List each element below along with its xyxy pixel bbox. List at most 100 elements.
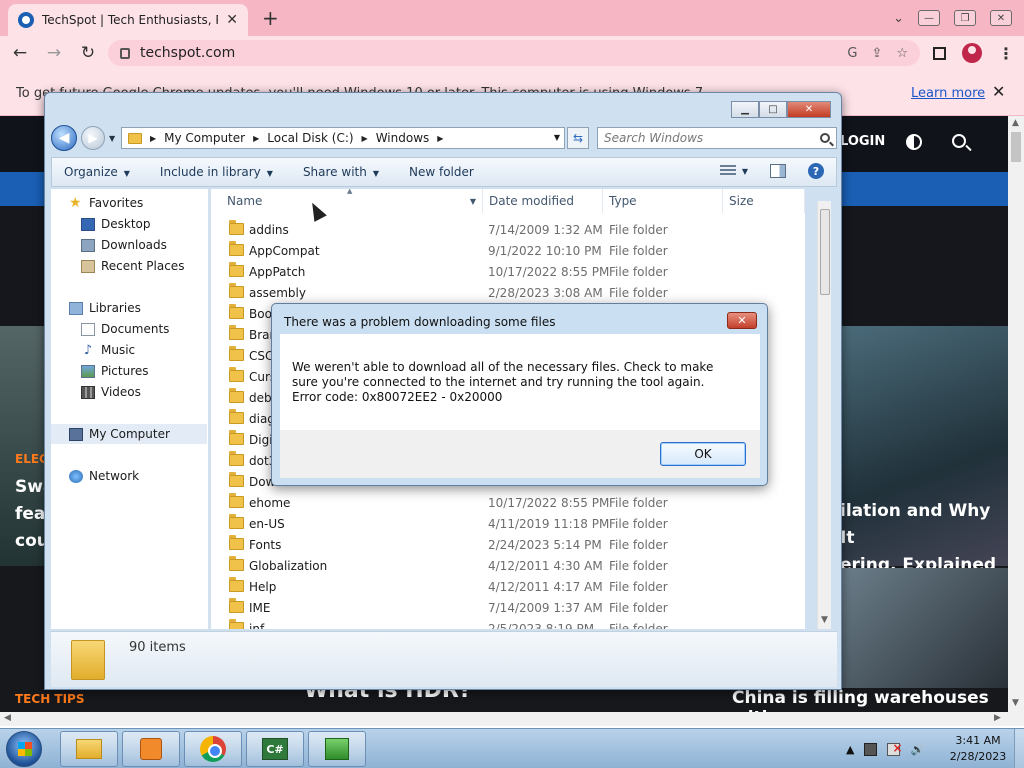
page-horizontal-scrollbar[interactable]: ◀ ▶ (0, 712, 1024, 726)
nav-pictures[interactable]: Pictures (81, 361, 149, 381)
google-lens-icon[interactable]: G (847, 46, 857, 61)
window-close-button[interactable]: ✕ (990, 10, 1012, 26)
ok-button[interactable]: OK (660, 442, 746, 466)
file-row[interactable]: AppCompat 9/1/2022 10:10 PM File folder (211, 240, 805, 261)
infobar-close-button[interactable]: ✕ (992, 82, 1005, 101)
file-row[interactable]: IME 7/14/2009 1:37 AM File folder (211, 597, 805, 618)
organize-menu[interactable]: Organize ▼ (64, 165, 130, 179)
tab-close-icon[interactable]: ✕ (226, 12, 238, 28)
breadcrumb-separator-icon[interactable]: ▶ (253, 134, 259, 143)
explorer-search-input[interactable]: Search Windows (597, 127, 837, 149)
file-row[interactable]: en-US 4/11/2019 11:18 PM File folder (211, 513, 805, 534)
nav-favorites[interactable]: ★ Favorites (69, 193, 143, 213)
share-with-menu[interactable]: Share with ▼ (303, 165, 379, 179)
column-filter-dropdown-icon[interactable]: ▼ (470, 197, 476, 206)
address-dropdown-icon[interactable]: ▼ (554, 133, 560, 142)
learn-more-link[interactable]: Learn more (911, 86, 985, 101)
login-link[interactable]: LOGIN (840, 134, 885, 149)
window-minimize-button[interactable]: — (918, 10, 940, 26)
preview-pane-icon[interactable] (770, 164, 786, 178)
file-list-scroll-down-icon[interactable]: ▼ (821, 615, 828, 625)
chrome-menu-button[interactable]: ⋮ (998, 44, 1014, 63)
column-header-date-modified[interactable]: Date modified (483, 189, 603, 213)
reload-button[interactable]: ↻ (76, 41, 100, 65)
file-row[interactable]: Fonts 2/24/2023 5:14 PM File folder (211, 534, 805, 555)
file-list-scrollbar[interactable]: ▼ (817, 201, 831, 629)
breadcrumb-windows[interactable]: Windows (376, 131, 430, 145)
explorer-back-button[interactable]: ◀ (51, 125, 77, 151)
show-hidden-icons-button[interactable]: ▲ (846, 743, 854, 756)
page-vertical-scrollbar[interactable]: ▲ ▼ (1008, 116, 1024, 712)
explorer-close-button[interactable]: ✕ (787, 101, 831, 118)
refresh-button[interactable]: ⇆ (567, 127, 589, 149)
column-header-size[interactable]: Size (723, 189, 805, 213)
window-restore-button[interactable]: ❐ (954, 10, 976, 26)
action-center-flag-icon[interactable] (864, 742, 878, 756)
breadcrumb-separator-icon[interactable]: ▶ (437, 134, 443, 143)
file-row[interactable]: ehome 10/17/2022 8:55 PM File folder (211, 492, 805, 513)
taskbar-clock[interactable]: 3:41 AM 2/28/2023 (948, 733, 1008, 765)
nav-downloads[interactable]: Downloads (81, 235, 167, 255)
explorer-maximize-button[interactable]: □ (759, 101, 787, 118)
file-row[interactable]: addins 7/14/2009 1:32 AM File folder (211, 219, 805, 240)
taskbar-setup-tool-button[interactable] (308, 731, 366, 767)
share-icon[interactable]: ⇪ (871, 46, 882, 61)
column-header-name[interactable]: Name ▲ ▼ (211, 189, 483, 213)
nav-documents[interactable]: Documents (81, 319, 169, 339)
network-disconnected-icon[interactable] (887, 741, 903, 756)
new-folder-button[interactable]: New folder (409, 165, 474, 179)
change-view-button[interactable]: ▼ (719, 165, 748, 177)
scroll-left-arrow-icon[interactable]: ◀ (4, 713, 11, 723)
include-in-library-menu[interactable]: Include in library ▼ (160, 165, 273, 179)
tab-list-chevron-icon[interactable]: ⌄ (893, 11, 904, 26)
column-header-type[interactable]: Type (603, 189, 723, 213)
nav-libraries[interactable]: Libraries (69, 298, 141, 318)
taskbar-media-player-button[interactable] (122, 731, 180, 767)
scroll-down-arrow-icon[interactable]: ▼ (1012, 698, 1019, 708)
url-text[interactable]: techspot.com (140, 45, 235, 61)
contrast-toggle-icon[interactable] (906, 134, 922, 150)
address-bar[interactable]: techspot.com G ⇪ ☆ (108, 40, 920, 66)
explorer-address-bar[interactable]: ▶ My Computer ▶ Local Disk (C:) ▶ Window… (121, 127, 565, 149)
taskbar-explorer-button[interactable] (60, 731, 118, 767)
dialog-close-button[interactable]: ✕ (727, 312, 757, 329)
search-icon[interactable] (820, 133, 830, 143)
breadcrumb-my-computer[interactable]: My Computer (164, 131, 245, 145)
forward-button[interactable]: → (42, 41, 66, 65)
browser-tab-techspot[interactable]: TechSpot | Tech Enthusiasts, Pow ✕ (8, 4, 248, 36)
nav-recent-places[interactable]: Recent Places (81, 256, 184, 276)
side-panel-icon[interactable] (933, 46, 946, 60)
nav-videos[interactable]: Videos (81, 382, 141, 402)
china-headline[interactable]: China is filling warehouses with (732, 688, 1008, 712)
scroll-right-arrow-icon[interactable]: ▶ (994, 713, 1001, 723)
show-desktop-button[interactable] (1014, 729, 1024, 768)
help-icon[interactable]: ? (808, 163, 824, 179)
site-search-icon[interactable] (952, 134, 966, 148)
profile-avatar[interactable] (962, 43, 982, 63)
lock-icon[interactable] (120, 47, 130, 59)
recent-pages-dropdown-icon[interactable]: ▼ (109, 134, 115, 143)
back-button[interactable]: ← (8, 41, 32, 65)
file-row[interactable]: Globalization 4/12/2011 4:30 AM File folde… (211, 555, 805, 576)
nav-my-computer[interactable]: My Computer (51, 424, 207, 444)
taskbar-chrome-button[interactable] (184, 731, 242, 767)
scroll-up-arrow-icon[interactable]: ▲ (1012, 118, 1019, 128)
breadcrumb-local-disk[interactable]: Local Disk (C:) (267, 131, 353, 145)
article-image-right-2[interactable] (840, 568, 1008, 688)
file-row[interactable]: AppPatch 10/17/2022 8:55 PM File folder (211, 261, 805, 282)
page-scroll-thumb[interactable] (1011, 132, 1021, 162)
file-list-scroll-thumb[interactable] (820, 209, 830, 295)
file-row[interactable]: Help 4/12/2011 4:17 AM File folder (211, 576, 805, 597)
volume-icon[interactable]: 🔊 (910, 743, 924, 756)
start-button-windows-icon[interactable] (6, 731, 42, 767)
new-tab-button[interactable]: + (262, 6, 279, 30)
file-row[interactable]: assembly 2/28/2023 3:08 AM File folder (211, 282, 805, 303)
explorer-forward-button[interactable]: ▶ (81, 126, 105, 150)
bookmark-star-icon[interactable]: ☆ (896, 46, 908, 61)
nav-music[interactable]: ♪ Music (81, 340, 135, 360)
category-label-tech-tips[interactable]: TECH TIPS (15, 692, 85, 706)
explorer-minimize-button[interactable]: ▁ (731, 101, 759, 118)
nav-desktop[interactable]: Desktop (81, 214, 151, 234)
taskbar-csharp-button[interactable]: C# (246, 731, 304, 767)
breadcrumb-separator-icon[interactable]: ▶ (150, 134, 156, 143)
